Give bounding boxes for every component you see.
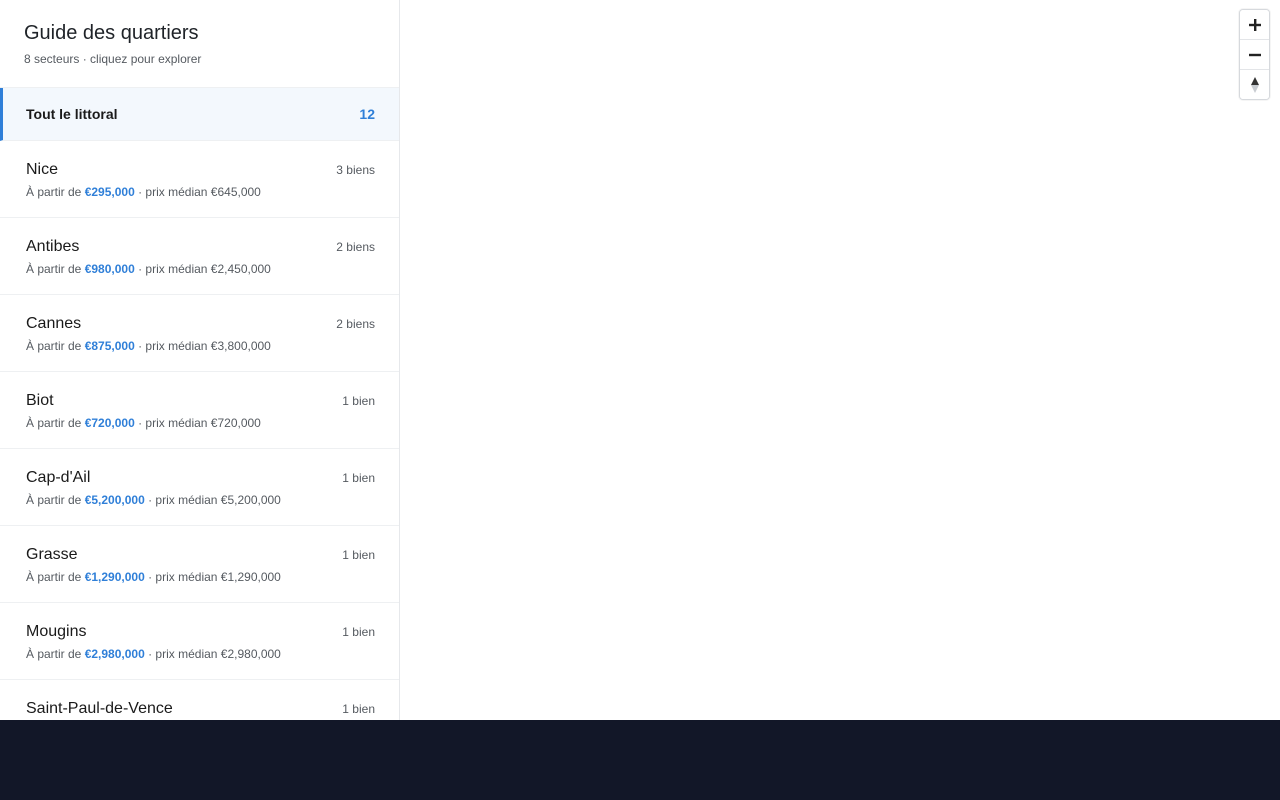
area-item-header: Nice 3 biens xyxy=(26,160,375,180)
area-name: Mougins xyxy=(26,623,87,640)
area-name: Saint-Paul-de-Vence xyxy=(26,700,173,717)
median-price: · prix médian €2,980,000 xyxy=(144,647,281,661)
area-name: Antibes xyxy=(26,238,80,255)
min-price: €875,000 xyxy=(84,339,135,353)
median-price: · prix médian €1,290,000 xyxy=(144,570,281,584)
area-listing-count: 1 bien xyxy=(342,625,375,639)
area-name: Grasse xyxy=(26,546,78,563)
sidebar-subtitle: 8 secteurs · cliquez pour explorer xyxy=(24,52,202,66)
area-listing-count: 1 bien xyxy=(342,548,375,562)
footer-bar xyxy=(0,720,1280,800)
area-item-header: Mougins 1 bien xyxy=(26,622,375,642)
median-price: · prix médian €3,800,000 xyxy=(134,339,271,353)
area-listing-count: 2 biens xyxy=(336,240,375,254)
area-item[interactable]: Nice 3 biens À partir de €295,000 · prix m… xyxy=(0,141,399,218)
area-listing-count: 2 biens xyxy=(336,317,375,331)
area-item[interactable]: Grasse 1 bien À partir de €1,290,000 · pri… xyxy=(0,526,399,603)
price-prefix: À partir de xyxy=(26,647,85,661)
area-list: Nice 3 biens À partir de €295,000 · prix m… xyxy=(0,141,399,720)
page-title: Guide des quartiers xyxy=(24,22,199,44)
price-prefix: À partir de xyxy=(26,493,85,507)
area-listing-count: 1 bien xyxy=(342,471,375,485)
area-name: Biot xyxy=(26,392,54,409)
area-listing-count: 1 bien xyxy=(342,702,375,716)
zoom-out-button[interactable] xyxy=(1240,40,1269,70)
area-item[interactable]: Biot 1 bien À partir de €720,000 · prix mé… xyxy=(0,372,399,449)
area-name: Cap-d'Ail xyxy=(26,469,91,486)
compass-icon xyxy=(1250,76,1259,93)
min-price: €980,000 xyxy=(84,262,135,276)
area-item[interactable]: Saint-Paul-de-Vence 1 bien xyxy=(0,680,399,720)
area-price-summary: À partir de €720,000 · prix médian €720,… xyxy=(26,416,375,431)
plus-icon xyxy=(1248,18,1261,31)
area-price-summary: À partir de €2,980,000 · prix médian €2,… xyxy=(26,647,375,662)
area-item[interactable]: Mougins 1 bien À partir de €2,980,000 · pr… xyxy=(0,603,399,680)
area-item-header: Cap-d'Ail 1 bien xyxy=(26,468,375,488)
price-prefix: À partir de xyxy=(26,570,85,584)
area-item[interactable]: Cap-d'Ail 1 bien À partir de €5,200,000 · … xyxy=(0,449,399,526)
median-price: · prix médian €5,200,000 xyxy=(144,493,281,507)
area-item[interactable]: Antibes 2 biens À partir de €980,000 · pri… xyxy=(0,218,399,295)
area-price-summary: À partir de €875,000 · prix médian €3,80… xyxy=(26,339,375,354)
map-controls xyxy=(1239,9,1270,100)
min-price: €720,000 xyxy=(84,416,135,430)
min-price: €2,980,000 xyxy=(84,647,145,661)
all-coast-count: 12 xyxy=(359,106,375,122)
sidebar-header: Guide des quartiers 8 secteurs · cliquez… xyxy=(0,0,399,88)
area-price-summary: À partir de €5,200,000 · prix médian €5,… xyxy=(26,493,375,508)
median-price: · prix médian €645,000 xyxy=(134,185,261,199)
area-item-header: Saint-Paul-de-Vence 1 bien xyxy=(26,699,375,719)
zoom-in-button[interactable] xyxy=(1240,10,1269,40)
price-prefix: À partir de xyxy=(26,339,85,353)
median-price: · prix médian €720,000 xyxy=(134,416,261,430)
area-item-header: Grasse 1 bien xyxy=(26,545,375,565)
app-window: Guide des quartiers 8 secteurs · cliquez… xyxy=(0,0,1280,720)
area-listing-count: 3 biens xyxy=(336,163,375,177)
area-name: Cannes xyxy=(26,315,82,332)
area-price-summary: À partir de €980,000 · prix médian €2,45… xyxy=(26,262,375,277)
area-item-header: Cannes 2 biens xyxy=(26,314,375,334)
reset-bearing-button[interactable] xyxy=(1240,70,1269,99)
area-listing-count: 1 bien xyxy=(342,394,375,408)
area-item-header: Antibes 2 biens xyxy=(26,237,375,257)
price-prefix: À partir de xyxy=(26,416,85,430)
price-prefix: À partir de xyxy=(26,185,85,199)
all-coast-label: Tout le littoral xyxy=(26,106,118,122)
map-canvas[interactable] xyxy=(400,0,1280,720)
area-price-summary: À partir de €295,000 · prix médian €645,… xyxy=(26,185,375,200)
area-name: Nice xyxy=(26,161,59,178)
min-price: €5,200,000 xyxy=(84,493,145,507)
minus-icon xyxy=(1248,53,1261,56)
area-price-summary: À partir de €1,290,000 · prix médian €1,… xyxy=(26,570,375,585)
area-item[interactable]: Cannes 2 biens À partir de €875,000 · prix… xyxy=(0,295,399,372)
area-item-all-coast[interactable]: Tout le littoral 12 xyxy=(0,88,399,141)
min-price: €1,290,000 xyxy=(84,570,145,584)
median-price: · prix médian €2,450,000 xyxy=(134,262,271,276)
neighborhood-sidebar: Guide des quartiers 8 secteurs · cliquez… xyxy=(0,0,400,720)
price-prefix: À partir de xyxy=(26,262,85,276)
area-item-header: Biot 1 bien xyxy=(26,391,375,411)
min-price: €295,000 xyxy=(84,185,135,199)
